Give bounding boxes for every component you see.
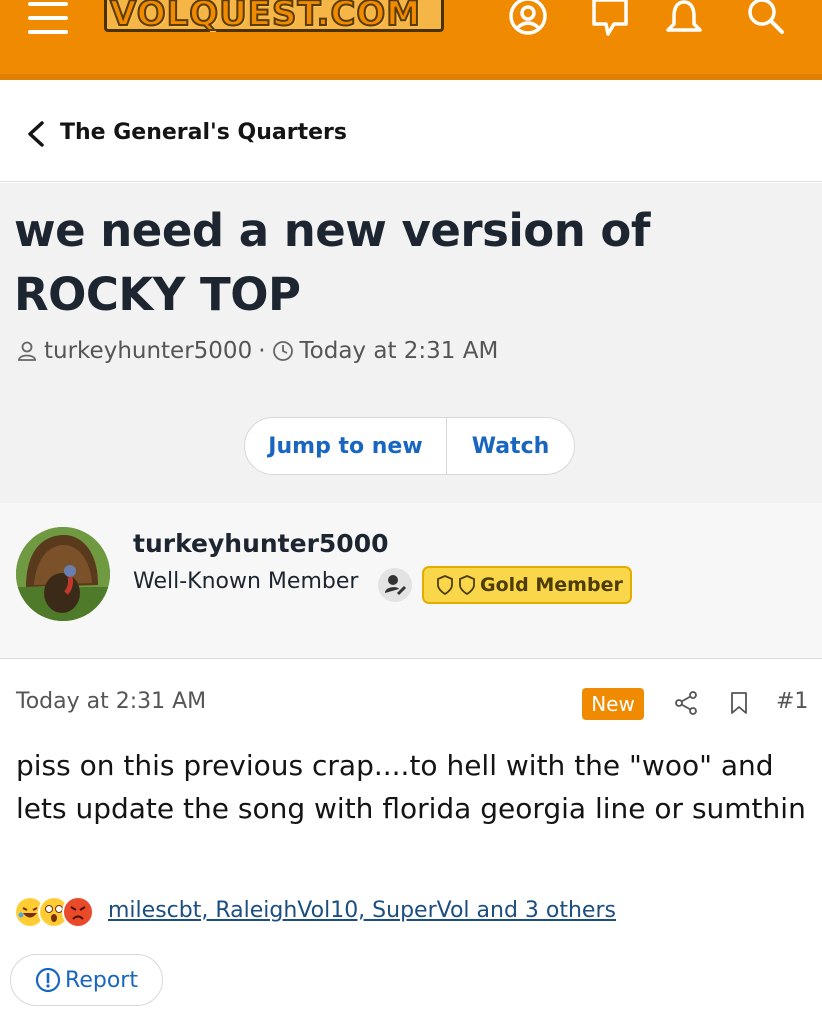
title-line-2: ROCKY TOP bbox=[14, 268, 301, 321]
chevron-left-icon bbox=[28, 121, 44, 147]
new-badge: New bbox=[582, 688, 644, 720]
status-badge: Gold Member bbox=[422, 566, 632, 604]
angry-reaction-icon bbox=[62, 896, 94, 928]
post-date[interactable]: Today at 2:31 AM bbox=[16, 689, 206, 714]
shield-icon bbox=[459, 575, 475, 595]
breadcrumb[interactable]: The General's Quarters bbox=[0, 86, 822, 182]
search-icon[interactable] bbox=[744, 0, 788, 38]
thread-actions: Jump to new Watch bbox=[244, 417, 575, 475]
page-title: we need a new version of ROCKY TOP bbox=[14, 199, 804, 327]
post-body: piss on this previous crap....to hell wi… bbox=[16, 749, 806, 825]
alerts-icon[interactable] bbox=[662, 0, 706, 38]
bookmark-icon[interactable] bbox=[726, 690, 752, 716]
title-line-1: we need a new version of bbox=[14, 204, 650, 257]
thread-time[interactable]: Today at 2:31 AM bbox=[300, 338, 499, 364]
post-user-block: turkeyhunter5000 Well-Known Member Gold … bbox=[0, 503, 822, 659]
thread-header: we need a new version of ROCKY TOP turke… bbox=[0, 183, 822, 503]
site-logo[interactable]: VOLQUEST.COM bbox=[109, 0, 421, 35]
alert-circle-icon bbox=[35, 967, 61, 993]
report-button[interactable]: Report bbox=[10, 954, 163, 1006]
user-edit-icon bbox=[378, 568, 412, 602]
account-icon[interactable] bbox=[506, 0, 550, 38]
report-label[interactable]: Report bbox=[65, 968, 138, 993]
user-title: Well-Known Member bbox=[133, 569, 359, 594]
thread-meta: turkeyhunter5000 · Today at 2:31 AM bbox=[16, 338, 498, 364]
site-header: VOLQUEST.COM bbox=[0, 0, 822, 80]
breadcrumb-label[interactable]: The General's Quarters bbox=[60, 120, 347, 145]
jump-to-new-button[interactable]: Jump to new bbox=[245, 418, 447, 474]
username[interactable]: turkeyhunter5000 bbox=[133, 529, 389, 558]
user-icon bbox=[18, 341, 36, 361]
reaction-users-link[interactable]: milescbt, RaleighVol10, SuperVol and 3 o… bbox=[108, 898, 616, 923]
watch-button[interactable]: Watch bbox=[447, 418, 574, 474]
thread-author[interactable]: turkeyhunter5000 bbox=[44, 338, 252, 364]
clock-icon bbox=[272, 341, 293, 361]
conversations-icon[interactable] bbox=[588, 0, 632, 38]
shield-icon bbox=[437, 575, 453, 595]
share-icon[interactable] bbox=[673, 690, 699, 716]
meta-separator: · bbox=[258, 338, 266, 364]
menu-icon[interactable] bbox=[26, 0, 70, 36]
reaction-icons[interactable] bbox=[14, 896, 94, 928]
badge-label: Gold Member bbox=[480, 574, 623, 596]
avatar[interactable] bbox=[16, 527, 110, 621]
post-number[interactable]: #1 bbox=[776, 689, 808, 714]
